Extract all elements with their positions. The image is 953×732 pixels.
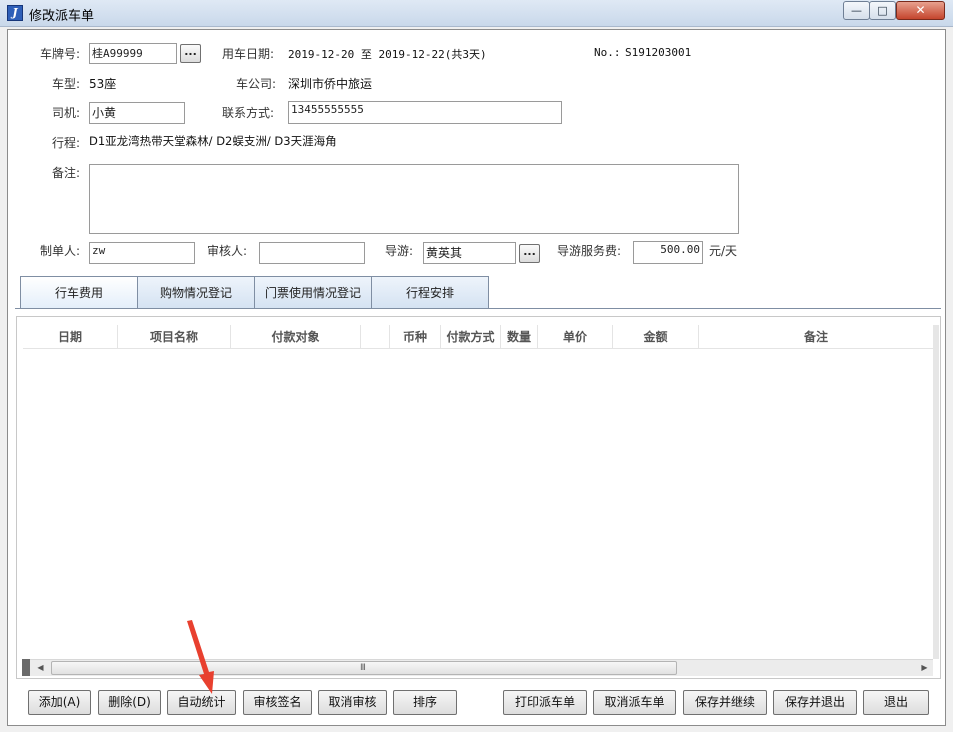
col-blank[interactable] <box>361 325 390 349</box>
print-order-button[interactable]: 打印派车单 <box>503 690 587 715</box>
window-title: 修改派车单 <box>29 9 95 24</box>
scroll-marker <box>22 659 30 676</box>
col-amount[interactable]: 金额 <box>613 325 699 349</box>
title-bar <box>0 0 953 27</box>
audit-sign-button[interactable]: 审核签名 <box>243 690 312 715</box>
plate-picker-button[interactable]: ... <box>180 44 201 63</box>
driver-input[interactable]: 小黄 <box>89 102 185 124</box>
table-header: 日期 项目名称 付款对象 币种 付款方式 数量 单价 金额 备注 <box>23 325 933 349</box>
driver-label: 司机: <box>52 106 81 120</box>
auditor-label: 审核人: <box>207 244 248 258</box>
tab-shopping[interactable]: 购物情况登记 <box>137 276 255 309</box>
fee-input[interactable]: 500.00 <box>633 241 703 264</box>
close-button[interactable]: ✕ <box>896 1 945 20</box>
vertical-scroll-track[interactable] <box>933 325 939 659</box>
guide-picker-button[interactable]: ... <box>519 244 540 263</box>
maximize-button[interactable]: □ <box>869 1 896 20</box>
company-label: 车公司: <box>236 77 277 91</box>
col-date[interactable]: 日期 <box>23 325 118 349</box>
cancel-order-button[interactable]: 取消派车单 <box>593 690 676 715</box>
horizontal-scrollbar[interactable]: ◀ III ▶ <box>22 659 933 676</box>
col-payee[interactable]: 付款对象 <box>231 325 361 349</box>
type-value: 53座 <box>89 77 117 91</box>
save-continue-button[interactable]: 保存并继续 <box>683 690 767 715</box>
delete-button[interactable]: 删除(D) <box>98 690 161 715</box>
add-button[interactable]: 添加(A) <box>28 690 91 715</box>
cancel-audit-button[interactable]: 取消审核 <box>318 690 387 715</box>
annotation-arrow-icon <box>187 620 214 694</box>
scroll-grip: III <box>360 663 366 673</box>
col-remarks[interactable]: 备注 <box>699 325 933 349</box>
no-label: No.: <box>594 46 621 59</box>
save-exit-button[interactable]: 保存并退出 <box>773 690 857 715</box>
sort-button[interactable]: 排序 <box>393 690 457 715</box>
tab-driving-fees[interactable]: 行车费用 <box>20 276 138 309</box>
scroll-left-icon[interactable]: ◀ <box>32 660 49 676</box>
company-value: 深圳市侨中旅运 <box>288 77 373 91</box>
maker-input[interactable]: zw <box>89 242 195 264</box>
col-quantity[interactable]: 数量 <box>501 325 538 349</box>
minimize-icon: — <box>851 4 862 17</box>
fee-unit: 元/天 <box>709 244 738 258</box>
guide-label: 导游: <box>385 244 414 258</box>
date-label: 用车日期: <box>222 47 275 61</box>
col-payment-method[interactable]: 付款方式 <box>441 325 501 349</box>
minimize-button[interactable]: — <box>843 1 870 20</box>
scroll-right-icon[interactable]: ▶ <box>916 660 933 676</box>
exit-button[interactable]: 退出 <box>863 690 929 715</box>
col-unit-price[interactable]: 单价 <box>538 325 613 349</box>
no-value: S191203001 <box>625 46 692 59</box>
type-label: 车型: <box>52 77 81 91</box>
note-textarea[interactable] <box>89 164 739 234</box>
tab-itinerary[interactable]: 行程安排 <box>371 276 489 309</box>
auditor-input[interactable] <box>259 242 365 264</box>
date-value: 2019-12-20 至 2019-12-22(共3天) <box>288 48 487 61</box>
tab-tickets[interactable]: 门票使用情况登记 <box>254 276 372 309</box>
col-currency[interactable]: 币种 <box>390 325 441 349</box>
plate-label: 车牌号: <box>40 47 81 61</box>
plate-input[interactable]: 桂A99999 <box>89 43 177 64</box>
maximize-icon: □ <box>877 4 888 17</box>
guide-input[interactable]: 黄英其 <box>423 242 516 264</box>
maker-label: 制单人: <box>40 244 81 258</box>
close-icon: ✕ <box>915 3 926 17</box>
route-label: 行程: <box>52 136 81 150</box>
scroll-thumb[interactable]: III <box>51 661 677 675</box>
fee-label: 导游服务费: <box>557 244 622 258</box>
tab-divider <box>15 308 941 309</box>
app-icon: J <box>7 5 23 21</box>
note-label: 备注: <box>52 166 81 180</box>
col-item-name[interactable]: 项目名称 <box>118 325 231 349</box>
route-value: D1亚龙湾热带天堂森林/ D2蜈支洲/ D3天涯海角 <box>89 134 337 148</box>
fees-table[interactable] <box>16 316 941 679</box>
contact-label: 联系方式: <box>222 106 275 120</box>
contact-input[interactable]: 13455555555 <box>288 101 562 124</box>
